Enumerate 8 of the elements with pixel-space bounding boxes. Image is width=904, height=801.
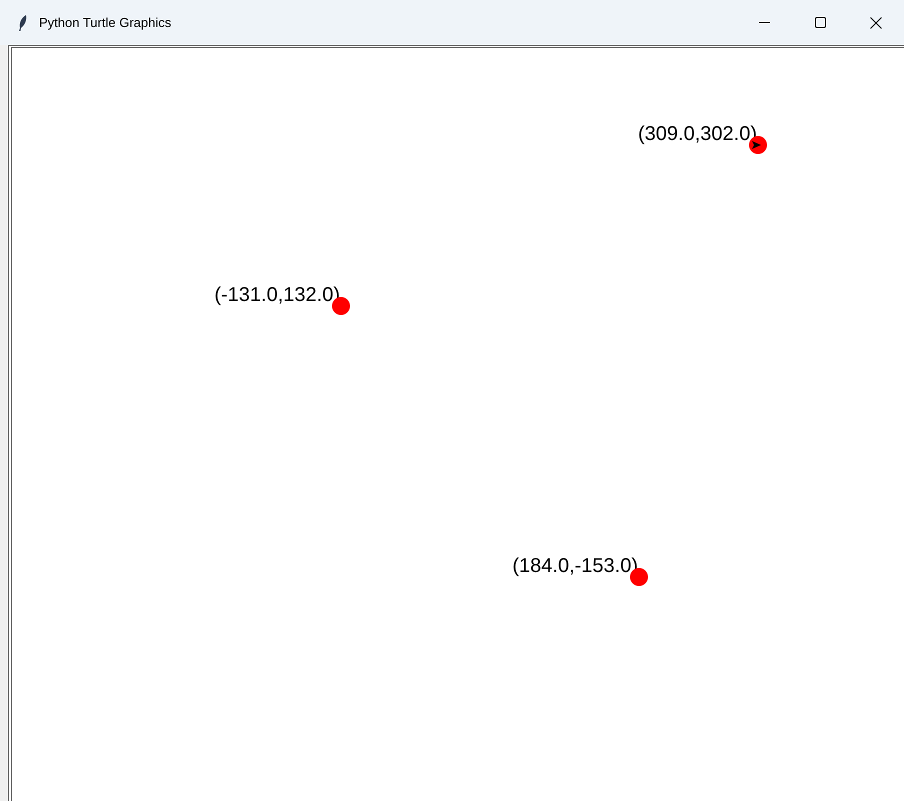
coordinate-label: (-131.0,132.0) (214, 283, 340, 307)
minimize-icon (758, 22, 770, 23)
window-title: Python Turtle Graphics (39, 14, 172, 32)
coordinate-label: (184.0,-153.0) (512, 554, 638, 578)
close-icon (870, 16, 882, 28)
coordinate-label: (309.0,302.0) (638, 122, 757, 146)
feather-icon (19, 14, 27, 30)
maximize-icon (814, 17, 826, 28)
